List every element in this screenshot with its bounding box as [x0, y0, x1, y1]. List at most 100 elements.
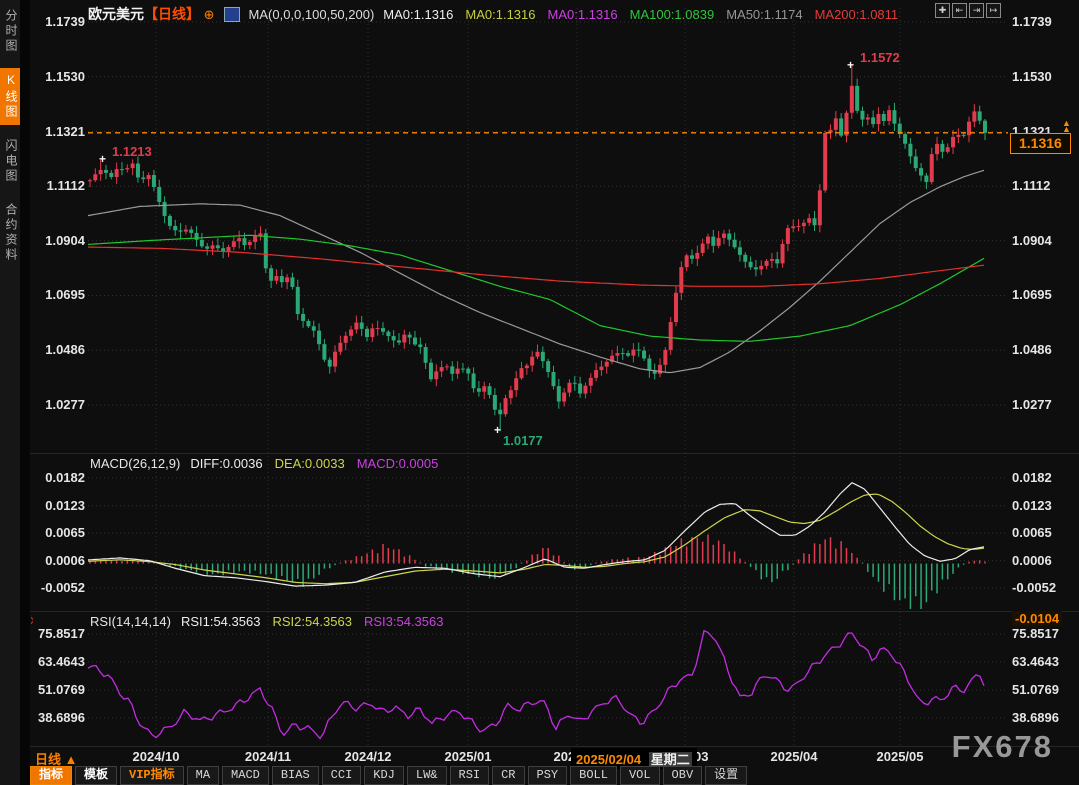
price-axis-label: 1.0695 — [1012, 287, 1052, 302]
left-sidebar: 分时图 K线图闪电图合约资料 — [0, 0, 20, 785]
price-axis-label: 1.0904 — [1012, 233, 1052, 248]
sidebar-tab-1[interactable]: K线图 — [0, 68, 20, 125]
price-axis-label: 1.1739 — [1012, 14, 1052, 29]
extreme-marker: + — [99, 152, 106, 166]
macd-axis-label: 0.0065 — [1012, 525, 1052, 540]
macd-name: MACD(26,12,9) — [90, 456, 180, 471]
extreme-annotation: 1.0177 — [503, 433, 543, 448]
month-axis-label: 2025/01 — [426, 749, 510, 764]
macd-part-1: DEA:0.0033 — [275, 456, 345, 471]
macd-values: DIFF:0.0036 DEA:0.0033 MACD:0.0005 — [190, 456, 438, 471]
tooltip-date: 2025/02/04 — [576, 752, 641, 767]
dea-line — [88, 494, 984, 584]
ma-value-5: MA200:1.0811 — [815, 7, 899, 22]
rsi-header: RSI(14,14,14) RSI1:54.3563RSI2:54.3563RS… — [90, 614, 443, 629]
window-icon-group: ✚⇤⇥↦ — [935, 3, 1001, 18]
panel-divider — [30, 453, 1079, 454]
extreme-annotation: 1.1572 — [860, 50, 900, 65]
diff-line — [88, 483, 984, 586]
toolbar-item-3[interactable]: MA — [187, 766, 219, 785]
macd-axis-label: 0.0065 — [30, 525, 85, 540]
rsi-axis-label: 75.8517 — [1012, 626, 1059, 641]
sidebar-tab-0[interactable]: 分时图 — [0, 4, 20, 59]
macd-axis-label: 0.0006 — [30, 553, 85, 568]
toolbar-item-14[interactable]: OBV — [663, 766, 703, 785]
toolbar-item-10[interactable]: CR — [492, 766, 524, 785]
current-price-tag: 1.1316 — [1010, 133, 1071, 154]
rsi-part-1: RSI2:54.3563 — [272, 614, 352, 629]
rsi-axis-label: 51.0769 — [30, 682, 85, 697]
toolbar-item-2[interactable]: VIP指标 — [120, 766, 184, 785]
period-tag: 【日线】 — [144, 6, 200, 22]
price-axis-label: 1.0486 — [30, 342, 85, 357]
add-icon[interactable]: ⊕ — [204, 7, 215, 22]
toolbar-item-8[interactable]: LW& — [407, 766, 447, 785]
ma-values: MA0:1.1316MA0:1.1316MA0:1.1316MA100:1.08… — [383, 7, 898, 22]
toolbar-item-11[interactable]: PSY — [528, 766, 568, 785]
toolbar-item-0[interactable]: 指标 — [30, 766, 72, 785]
tooltip-weekday: 星期二 — [649, 752, 692, 767]
price-axis-label: 1.0904 — [30, 233, 85, 248]
ma-value-1: MA0:1.1316 — [465, 7, 535, 22]
extreme-marker: + — [847, 58, 854, 72]
rsi-part-0: RSI1:54.3563 — [181, 614, 261, 629]
toolbar-item-15[interactable]: 设置 — [705, 766, 747, 785]
rsi-part-2: RSI3:54.3563 — [364, 614, 444, 629]
toolbar-item-1[interactable]: 模板 — [75, 766, 117, 785]
sidebar-tab-3[interactable]: 合约资料 — [0, 198, 20, 268]
chart-header: 欧元美元【日线】 ⊕ MA(0,0,0,100,50,200) MA0:1.13… — [88, 4, 898, 24]
brand-watermark: FX678 — [952, 729, 1053, 765]
move-icon[interactable]: ✚ — [935, 3, 950, 18]
shift-left-icon[interactable]: ⇤ — [952, 3, 967, 18]
macd-part-2: MACD:0.0005 — [357, 456, 439, 471]
macd-part-0: DIFF:0.0036 — [190, 456, 262, 471]
month-axis-label: 2024/10 — [114, 749, 198, 764]
extreme-annotation: 1.1213 — [112, 144, 152, 159]
toolbar-item-4[interactable]: MACD — [222, 766, 269, 785]
toolbar-item-7[interactable]: KDJ — [364, 766, 404, 785]
toolbar-item-6[interactable]: CCI — [322, 766, 362, 785]
mini-chart-icon[interactable] — [224, 7, 240, 22]
scroll-latest-icon[interactable]: ▲▲ — [1062, 120, 1071, 132]
macd-histogram — [90, 535, 985, 609]
macd-min-tag: -0.0104 — [1012, 611, 1062, 626]
export-icon[interactable]: ↦ — [986, 3, 1001, 18]
rsi-axis-label: 63.4643 — [30, 654, 85, 669]
macd-axis-label: -0.0052 — [30, 580, 85, 595]
macd-axis-label: 0.0182 — [30, 470, 85, 485]
macd-header: MACD(26,12,9) DIFF:0.0036 DEA:0.0033 MACD:… — [90, 456, 438, 471]
month-axis-label: 2024/11 — [226, 749, 310, 764]
chart-canvas[interactable] — [0, 0, 1079, 785]
price-axis-label: 1.1530 — [30, 69, 85, 84]
panel-divider — [30, 746, 1079, 747]
macd-axis-label: 0.0123 — [1012, 498, 1052, 513]
price-axis-label: 1.0277 — [1012, 397, 1052, 412]
rsi-axis-label: 38.6896 — [1012, 710, 1059, 725]
month-axis-label: 2024/12 — [326, 749, 410, 764]
ma-value-3: MA100:1.0839 — [630, 7, 715, 22]
price-axis-label: 1.1321 — [30, 124, 85, 139]
rsi-line — [88, 631, 984, 739]
ma-settings-label: MA(0,0,0,100,50,200) — [249, 7, 375, 22]
shift-right-icon[interactable]: ⇥ — [969, 3, 984, 18]
toolbar-item-9[interactable]: RSI — [450, 766, 490, 785]
rsi-axis-label: 75.8517 — [30, 626, 85, 641]
price-axis-label: 1.1112 — [30, 178, 85, 193]
macd-axis-label: -0.0052 — [1012, 580, 1056, 595]
macd-axis-label: 0.0123 — [30, 498, 85, 513]
ma-value-2: MA0:1.1316 — [548, 7, 618, 22]
toolbar-item-5[interactable]: BIAS — [272, 766, 319, 785]
macd-axis-label: 0.0182 — [1012, 470, 1052, 485]
symbol-name: 欧元美元 — [88, 6, 144, 22]
ma50-line — [88, 170, 984, 372]
month-axis-label: 2025/05 — [858, 749, 942, 764]
price-axis-label: 1.1530 — [1012, 69, 1052, 84]
sidebar-tab-2[interactable]: 闪电图 — [0, 134, 20, 189]
ma-value-4: MA50:1.1174 — [726, 7, 802, 22]
candles — [88, 66, 987, 431]
price-axis-label: 1.0695 — [30, 287, 85, 302]
toolbar-item-13[interactable]: VOL — [620, 766, 660, 785]
panel-divider — [30, 611, 1079, 612]
toolbar-item-12[interactable]: BOLL — [570, 766, 617, 785]
price-axis-label: 1.0486 — [1012, 342, 1052, 357]
